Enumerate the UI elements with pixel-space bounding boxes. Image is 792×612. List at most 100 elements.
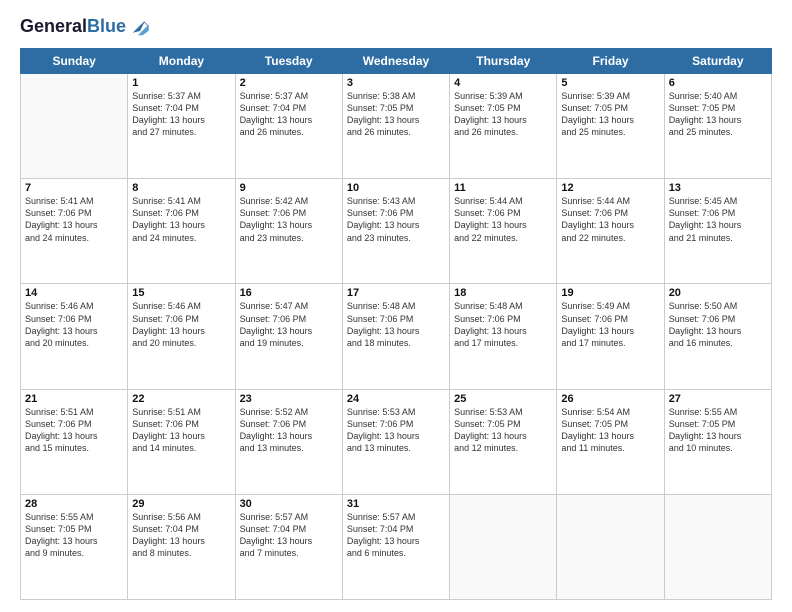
day-info: Sunrise: 5:51 AMSunset: 7:06 PMDaylight:… (132, 406, 230, 455)
calendar-cell: 18Sunrise: 5:48 AMSunset: 7:06 PMDayligh… (450, 284, 557, 389)
calendar-cell: 21Sunrise: 5:51 AMSunset: 7:06 PMDayligh… (21, 389, 128, 494)
day-number: 12 (561, 182, 659, 194)
day-number: 20 (669, 287, 767, 299)
day-number: 21 (25, 393, 123, 405)
day-info: Sunrise: 5:38 AMSunset: 7:05 PMDaylight:… (347, 90, 445, 139)
calendar-cell (21, 74, 128, 179)
day-number: 8 (132, 182, 230, 194)
calendar-cell: 6Sunrise: 5:40 AMSunset: 7:05 PMDaylight… (664, 74, 771, 179)
day-number: 17 (347, 287, 445, 299)
day-number: 31 (347, 498, 445, 510)
day-number: 15 (132, 287, 230, 299)
calendar-cell: 12Sunrise: 5:44 AMSunset: 7:06 PMDayligh… (557, 179, 664, 284)
day-number: 2 (240, 77, 338, 89)
day-number: 6 (669, 77, 767, 89)
header: GeneralBlue (20, 16, 772, 38)
day-number: 10 (347, 182, 445, 194)
day-info: Sunrise: 5:44 AMSunset: 7:06 PMDaylight:… (454, 195, 552, 244)
calendar-cell: 29Sunrise: 5:56 AMSunset: 7:04 PMDayligh… (128, 494, 235, 599)
calendar-cell: 17Sunrise: 5:48 AMSunset: 7:06 PMDayligh… (342, 284, 449, 389)
calendar-table: SundayMondayTuesdayWednesdayThursdayFrid… (20, 48, 772, 600)
calendar-cell: 26Sunrise: 5:54 AMSunset: 7:05 PMDayligh… (557, 389, 664, 494)
day-info: Sunrise: 5:42 AMSunset: 7:06 PMDaylight:… (240, 195, 338, 244)
weekday-header-cell: Sunday (21, 49, 128, 74)
day-info: Sunrise: 5:55 AMSunset: 7:05 PMDaylight:… (669, 406, 767, 455)
day-info: Sunrise: 5:51 AMSunset: 7:06 PMDaylight:… (25, 406, 123, 455)
weekday-header-cell: Saturday (664, 49, 771, 74)
day-info: Sunrise: 5:37 AMSunset: 7:04 PMDaylight:… (240, 90, 338, 139)
day-number: 11 (454, 182, 552, 194)
day-number: 14 (25, 287, 123, 299)
day-info: Sunrise: 5:50 AMSunset: 7:06 PMDaylight:… (669, 300, 767, 349)
calendar-cell: 28Sunrise: 5:55 AMSunset: 7:05 PMDayligh… (21, 494, 128, 599)
day-info: Sunrise: 5:53 AMSunset: 7:05 PMDaylight:… (454, 406, 552, 455)
calendar-cell: 2Sunrise: 5:37 AMSunset: 7:04 PMDaylight… (235, 74, 342, 179)
day-info: Sunrise: 5:44 AMSunset: 7:06 PMDaylight:… (561, 195, 659, 244)
calendar-cell: 11Sunrise: 5:44 AMSunset: 7:06 PMDayligh… (450, 179, 557, 284)
calendar-cell: 1Sunrise: 5:37 AMSunset: 7:04 PMDaylight… (128, 74, 235, 179)
day-info: Sunrise: 5:41 AMSunset: 7:06 PMDaylight:… (25, 195, 123, 244)
calendar-cell: 31Sunrise: 5:57 AMSunset: 7:04 PMDayligh… (342, 494, 449, 599)
calendar-cell: 15Sunrise: 5:46 AMSunset: 7:06 PMDayligh… (128, 284, 235, 389)
day-number: 9 (240, 182, 338, 194)
calendar-cell (557, 494, 664, 599)
day-info: Sunrise: 5:53 AMSunset: 7:06 PMDaylight:… (347, 406, 445, 455)
calendar-cell: 30Sunrise: 5:57 AMSunset: 7:04 PMDayligh… (235, 494, 342, 599)
calendar-cell: 16Sunrise: 5:47 AMSunset: 7:06 PMDayligh… (235, 284, 342, 389)
logo: GeneralBlue (20, 16, 150, 38)
weekday-header-cell: Thursday (450, 49, 557, 74)
day-number: 16 (240, 287, 338, 299)
day-number: 26 (561, 393, 659, 405)
calendar-week-row: 21Sunrise: 5:51 AMSunset: 7:06 PMDayligh… (21, 389, 772, 494)
calendar-week-row: 1Sunrise: 5:37 AMSunset: 7:04 PMDaylight… (21, 74, 772, 179)
day-info: Sunrise: 5:48 AMSunset: 7:06 PMDaylight:… (347, 300, 445, 349)
calendar-cell: 24Sunrise: 5:53 AMSunset: 7:06 PMDayligh… (342, 389, 449, 494)
calendar-body: 1Sunrise: 5:37 AMSunset: 7:04 PMDaylight… (21, 74, 772, 600)
calendar-cell: 20Sunrise: 5:50 AMSunset: 7:06 PMDayligh… (664, 284, 771, 389)
day-info: Sunrise: 5:46 AMSunset: 7:06 PMDaylight:… (132, 300, 230, 349)
day-info: Sunrise: 5:39 AMSunset: 7:05 PMDaylight:… (454, 90, 552, 139)
day-number: 22 (132, 393, 230, 405)
day-number: 19 (561, 287, 659, 299)
calendar-cell: 3Sunrise: 5:38 AMSunset: 7:05 PMDaylight… (342, 74, 449, 179)
day-number: 23 (240, 393, 338, 405)
calendar-cell: 9Sunrise: 5:42 AMSunset: 7:06 PMDaylight… (235, 179, 342, 284)
calendar-cell: 25Sunrise: 5:53 AMSunset: 7:05 PMDayligh… (450, 389, 557, 494)
day-info: Sunrise: 5:45 AMSunset: 7:06 PMDaylight:… (669, 195, 767, 244)
day-info: Sunrise: 5:48 AMSunset: 7:06 PMDaylight:… (454, 300, 552, 349)
calendar-week-row: 7Sunrise: 5:41 AMSunset: 7:06 PMDaylight… (21, 179, 772, 284)
day-info: Sunrise: 5:40 AMSunset: 7:05 PMDaylight:… (669, 90, 767, 139)
calendar-cell (664, 494, 771, 599)
day-info: Sunrise: 5:43 AMSunset: 7:06 PMDaylight:… (347, 195, 445, 244)
page: GeneralBlue SundayMondayTuesdayWednesday… (0, 0, 792, 612)
weekday-header-cell: Friday (557, 49, 664, 74)
day-number: 3 (347, 77, 445, 89)
calendar-cell: 23Sunrise: 5:52 AMSunset: 7:06 PMDayligh… (235, 389, 342, 494)
day-info: Sunrise: 5:52 AMSunset: 7:06 PMDaylight:… (240, 406, 338, 455)
day-number: 30 (240, 498, 338, 510)
calendar-cell: 5Sunrise: 5:39 AMSunset: 7:05 PMDaylight… (557, 74, 664, 179)
day-info: Sunrise: 5:56 AMSunset: 7:04 PMDaylight:… (132, 511, 230, 560)
day-info: Sunrise: 5:49 AMSunset: 7:06 PMDaylight:… (561, 300, 659, 349)
calendar-cell: 10Sunrise: 5:43 AMSunset: 7:06 PMDayligh… (342, 179, 449, 284)
day-info: Sunrise: 5:57 AMSunset: 7:04 PMDaylight:… (347, 511, 445, 560)
weekday-header-cell: Monday (128, 49, 235, 74)
day-number: 13 (669, 182, 767, 194)
day-number: 27 (669, 393, 767, 405)
weekday-header-cell: Tuesday (235, 49, 342, 74)
day-number: 24 (347, 393, 445, 405)
day-number: 1 (132, 77, 230, 89)
calendar-week-row: 28Sunrise: 5:55 AMSunset: 7:05 PMDayligh… (21, 494, 772, 599)
day-number: 4 (454, 77, 552, 89)
weekday-header-row: SundayMondayTuesdayWednesdayThursdayFrid… (21, 49, 772, 74)
calendar-cell: 27Sunrise: 5:55 AMSunset: 7:05 PMDayligh… (664, 389, 771, 494)
day-info: Sunrise: 5:41 AMSunset: 7:06 PMDaylight:… (132, 195, 230, 244)
calendar-cell: 4Sunrise: 5:39 AMSunset: 7:05 PMDaylight… (450, 74, 557, 179)
day-info: Sunrise: 5:39 AMSunset: 7:05 PMDaylight:… (561, 90, 659, 139)
day-number: 5 (561, 77, 659, 89)
day-info: Sunrise: 5:37 AMSunset: 7:04 PMDaylight:… (132, 90, 230, 139)
day-info: Sunrise: 5:54 AMSunset: 7:05 PMDaylight:… (561, 406, 659, 455)
day-info: Sunrise: 5:47 AMSunset: 7:06 PMDaylight:… (240, 300, 338, 349)
day-number: 7 (25, 182, 123, 194)
calendar-cell: 13Sunrise: 5:45 AMSunset: 7:06 PMDayligh… (664, 179, 771, 284)
